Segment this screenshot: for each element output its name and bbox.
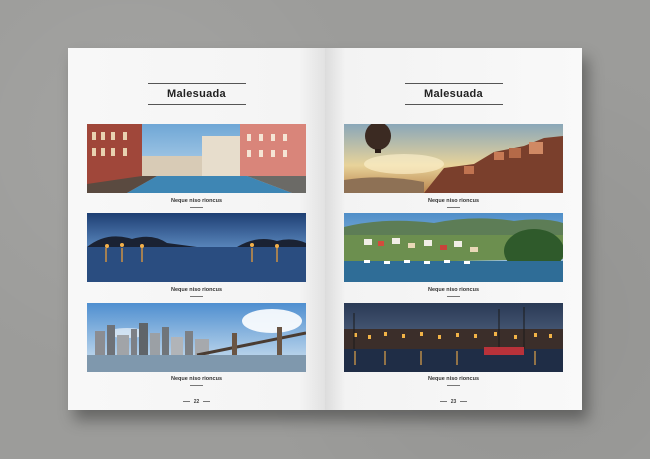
- page-number-dash: [439, 401, 447, 403]
- page-number-dash: [460, 401, 468, 403]
- magazine-spread: Malesuada Neque niso rioncus Neque niso …: [68, 48, 582, 410]
- heading-top-rule: [147, 83, 246, 84]
- photo-harbor-village: [344, 213, 563, 282]
- caption-rule: [447, 296, 460, 297]
- photo-caption: Neque niso rioncus: [427, 287, 480, 293]
- caption-rule: [190, 296, 203, 297]
- heading-top-rule: [404, 83, 503, 84]
- page-number: 22: [68, 399, 325, 405]
- photo-caption: Neque niso rioncus: [427, 376, 480, 382]
- heading-title: Malesuada: [424, 88, 483, 100]
- page-number-dash: [182, 401, 190, 403]
- page-number-text: 22: [193, 399, 200, 405]
- left-page: Malesuada Neque niso rioncus Neque niso …: [68, 48, 325, 410]
- photo-canal-city: [87, 124, 306, 193]
- photo-skyline-bridge: [87, 303, 306, 372]
- right-page: Malesuada Neque niso rioncus Neque niso …: [325, 48, 582, 410]
- photo-caption: Neque niso rioncus: [170, 198, 223, 204]
- page-number-dash: [203, 401, 211, 403]
- caption-rule: [190, 385, 203, 386]
- page-number: 23: [325, 399, 582, 405]
- photo-lake-dusk: [87, 213, 306, 282]
- caption-rule: [447, 385, 460, 386]
- photo-night-harbor: [344, 303, 563, 372]
- heading-title: Malesuada: [167, 88, 226, 100]
- left-page-heading: Malesuada: [68, 83, 325, 105]
- right-page-heading: Malesuada: [325, 83, 582, 105]
- photo-hot-air-balloon-town: [344, 124, 563, 193]
- heading-bottom-rule: [404, 104, 503, 105]
- page-number-text: 23: [450, 399, 457, 405]
- caption-rule: [190, 207, 203, 208]
- photo-caption: Neque niso rioncus: [170, 376, 223, 382]
- photo-caption: Neque niso rioncus: [170, 287, 223, 293]
- caption-rule: [447, 207, 460, 208]
- photo-caption: Neque niso rioncus: [427, 198, 480, 204]
- heading-bottom-rule: [147, 104, 246, 105]
